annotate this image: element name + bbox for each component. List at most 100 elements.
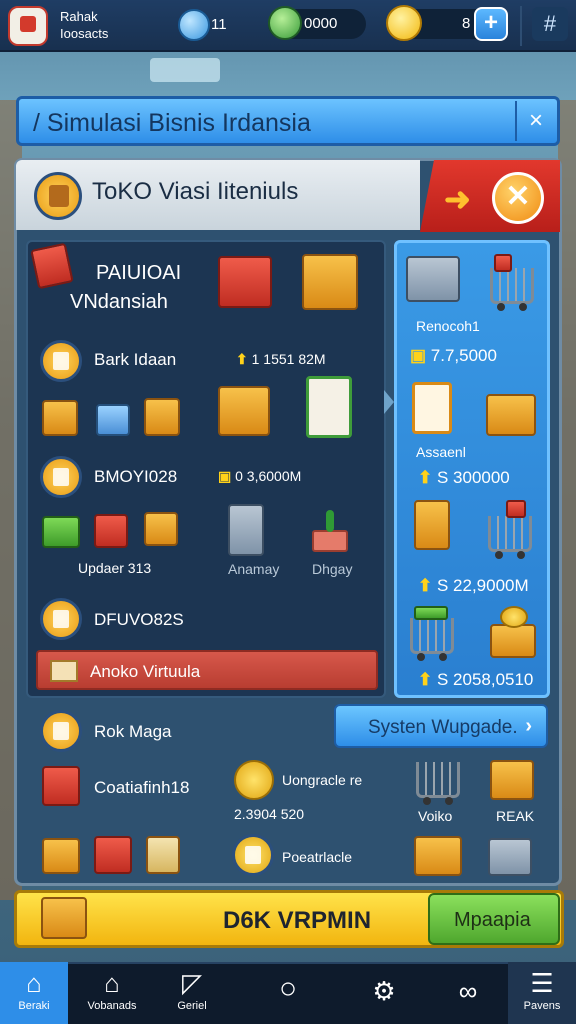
divider <box>520 6 522 46</box>
nav-menu[interactable]: ☰ Pavens <box>508 962 576 1024</box>
coin-icon <box>386 5 422 41</box>
add-coins-button[interactable]: + <box>474 7 508 41</box>
green-box-icon[interactable] <box>42 516 80 548</box>
red-package-icon[interactable] <box>42 766 80 806</box>
profile-name-line2: Ioosacts <box>60 26 109 41</box>
orange-box-icon[interactable] <box>490 760 534 800</box>
right-value-3-text: S 22,9000M <box>436 576 529 595</box>
nav-home[interactable]: ⌂ Beraki <box>0 962 68 1024</box>
rok-label: Rok Maga <box>94 722 172 741</box>
green-cart-goods-icon <box>414 606 448 620</box>
right-value-4-text: S 2058,0510 <box>436 670 534 689</box>
open-crate-icon[interactable] <box>218 386 270 436</box>
window-title: / Simulasi Bisnis Irdansia <box>33 109 311 137</box>
close-window-button[interactable]: × <box>515 101 555 141</box>
premium-text: D6K VRPMIN <box>223 907 372 934</box>
poster-icon[interactable] <box>412 382 452 434</box>
beige-crate-icon[interactable] <box>146 836 180 874</box>
mode-value: ▣ 0 3,6000M <box>218 468 302 484</box>
cart-goods-icon <box>506 500 526 518</box>
profile-avatar[interactable] <box>8 6 48 46</box>
cash-count: 0000 <box>304 15 338 32</box>
small-blue-box-icon[interactable] <box>96 404 130 436</box>
store-title: ToKO Viasi Iiteniuls <box>92 178 299 205</box>
cart-crate-icon[interactable] <box>414 836 462 876</box>
cart-item-icon <box>494 254 512 272</box>
update-label: Updaer 313 <box>78 560 152 576</box>
premium-crate-icon <box>41 897 87 939</box>
mail-icon <box>50 660 78 682</box>
right-value-3: ⬆ S 22,9000M <box>418 576 529 595</box>
right-value-2-text: S 300000 <box>436 468 510 487</box>
grid-menu-button[interactable]: # <box>532 7 568 41</box>
gem-count: 11 <box>211 16 227 33</box>
red-gift-icon[interactable] <box>94 514 128 548</box>
small-crate-icon[interactable] <box>42 400 78 436</box>
predict-label: Poeatrlacle <box>282 849 353 865</box>
server-icon[interactable] <box>228 504 264 556</box>
item-label-2: Dhgay <box>312 561 353 577</box>
dev-label: DFUVO82S <box>94 610 184 629</box>
ceiling-lamp <box>150 58 220 82</box>
cart-icon[interactable] <box>490 268 534 311</box>
nav-store[interactable]: ⌂ Vobanads <box>80 962 144 1024</box>
coin-stack-icon <box>500 606 528 628</box>
top-resource-bar: Rahak Ioosacts 11 0000 8 + # <box>0 0 576 52</box>
paper-bag-icon[interactable] <box>414 500 450 550</box>
right-label-1: Renocoh1 <box>416 318 480 334</box>
system-upgrade-button[interactable]: Systen Wupgade. › <box>334 704 548 748</box>
profile-name: Rahak Ioosacts <box>60 8 108 42</box>
coin-chest-icon[interactable] <box>490 624 536 658</box>
cart-label-2: REAK <box>496 808 535 824</box>
right-value-4: ⬆ S 2058,0510 <box>418 670 534 689</box>
expand-arrow-icon[interactable] <box>384 390 394 414</box>
gear-icon: ⚙ <box>372 976 396 1006</box>
nav-home-label: Beraki <box>18 1000 50 1012</box>
red-gift-crate-icon[interactable] <box>218 256 272 308</box>
section-header-line2: VNdansiah <box>70 291 168 313</box>
coatiafinh-label: Coatiafinh18 <box>94 778 190 797</box>
system-upgrade-label: Systen Wupgade. <box>368 717 518 738</box>
right-value-2: ⬆ S 300000 <box>418 468 510 487</box>
window-title-bar: / Simulasi Bisnis Irdansia × <box>16 96 560 146</box>
link-icon: ∞ <box>458 976 478 1006</box>
nav-link[interactable]: ∞ <box>436 962 500 1024</box>
grey-cart-icon[interactable] <box>416 762 460 805</box>
virtual-store-banner[interactable]: Anoko Virtuula <box>36 650 378 690</box>
nav-center[interactable]: ○ <box>256 962 320 1024</box>
plant-pot-icon[interactable] <box>312 510 348 552</box>
yellow-crate-icon[interactable] <box>42 838 80 874</box>
banner-text: Anoko Virtuula <box>90 662 201 681</box>
right-value-1-text: 7.7,5000 <box>430 346 497 365</box>
chevron-right-icon: › <box>525 715 532 737</box>
bank-value-text: 1 1551 82M <box>251 351 326 367</box>
gold-crate-icon[interactable] <box>302 254 358 310</box>
red-crate-icon[interactable] <box>94 836 132 874</box>
map-icon: ◸ <box>182 968 202 998</box>
nav-settings[interactable]: ⚙ <box>352 962 416 1024</box>
bank-value: ⬆ 1 1551 82M <box>236 351 326 367</box>
rok-badge-icon <box>40 710 82 752</box>
arrow-right-icon[interactable]: ➜ <box>444 180 471 218</box>
menu-icon: ☰ <box>530 968 554 998</box>
cart-full-icon[interactable] <box>488 516 532 559</box>
nav-map[interactable]: ◸ Geriel <box>160 962 224 1024</box>
bank-label: Bark Idaan <box>94 350 177 369</box>
profile-name-line1: Rahak <box>60 9 98 24</box>
right-label-2: Assaenl <box>416 444 466 460</box>
cash-register-icon[interactable] <box>488 838 532 876</box>
store-nav-icon: ⌂ <box>104 968 120 998</box>
green-cart-icon[interactable] <box>410 618 454 661</box>
money-value: 2.3904 520 <box>234 806 305 822</box>
mode-badge-icon <box>40 456 82 498</box>
document-icon[interactable] <box>306 376 352 438</box>
cash-icon <box>268 6 302 40</box>
money-crate-icon[interactable] <box>486 394 536 436</box>
item-label-1: Anamay <box>228 561 280 577</box>
register-icon[interactable] <box>406 256 460 302</box>
yellow-box-icon[interactable] <box>144 512 178 546</box>
premium-action-button[interactable]: Mpaapia <box>428 893 560 945</box>
store-icon <box>34 172 82 220</box>
close-store-button[interactable]: ✕ <box>492 172 544 224</box>
small-gold-box-icon[interactable] <box>144 398 180 436</box>
